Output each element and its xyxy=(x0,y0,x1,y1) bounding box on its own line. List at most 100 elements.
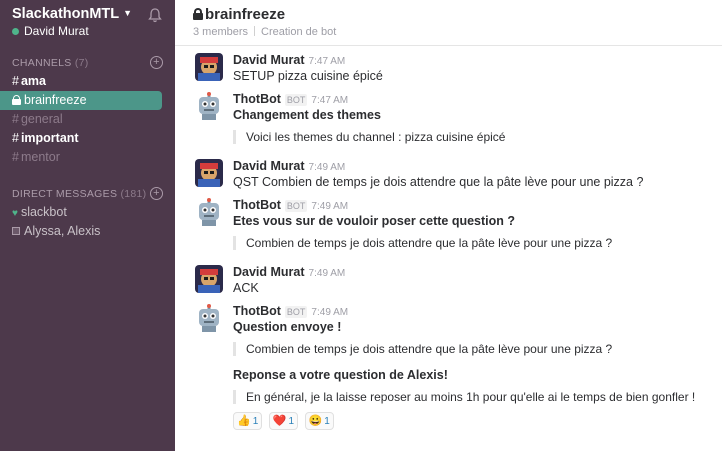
reactions: 👍 1 ❤️ 1 😀 1 xyxy=(233,412,703,430)
reaction-smile[interactable]: 😀 1 xyxy=(304,412,334,430)
hash-icon: # xyxy=(12,131,19,145)
message-time[interactable]: 7:47 AM xyxy=(311,95,348,106)
channel-meta: 3 members Creation de bot xyxy=(193,26,722,38)
lock-icon xyxy=(12,95,21,105)
message: David Murat 7:49 AM ACK xyxy=(195,265,705,299)
presence-icon xyxy=(12,28,19,35)
message: ThotBot BOT 7:47 AM Changement des themes … xyxy=(195,92,705,154)
message-time[interactable]: 7:49 AM xyxy=(311,307,348,318)
channel-name: brainfreeze xyxy=(205,6,286,23)
user-name: David Murat xyxy=(24,24,89,38)
message-list: David Murat 7:47 AM SETUP pizza cuisine é… xyxy=(175,47,722,451)
avatar[interactable] xyxy=(195,159,223,187)
channels-count: (7) xyxy=(74,57,89,69)
avatar[interactable] xyxy=(195,198,223,226)
bell-icon[interactable] xyxy=(148,8,162,23)
divider xyxy=(254,26,256,36)
dm-label: slackbot xyxy=(20,205,67,219)
channel-label: mentor xyxy=(20,150,60,164)
message: ThotBot BOT 7:49 AM Question envoye ! Comb… xyxy=(195,304,705,444)
message-text: QST Combien de temps je dois attendre qu… xyxy=(233,175,644,189)
message-author[interactable]: David Murat xyxy=(233,265,305,279)
bot-badge: BOT xyxy=(284,306,308,318)
channel-label: important xyxy=(20,131,79,145)
message-attachment: Voici les themes du channel : pizza cuis… xyxy=(233,130,703,144)
avatar[interactable] xyxy=(195,304,223,332)
reaction-count: 1 xyxy=(324,416,330,427)
sidebar-item-ama[interactable]: # ama xyxy=(0,72,175,91)
channel-label: ama xyxy=(20,74,46,88)
sidebar-item-alyssa-alexis[interactable]: Alyssa, Alexis xyxy=(0,222,175,241)
sidebar-item-mentor[interactable]: # mentor xyxy=(0,148,175,167)
avatar[interactable] xyxy=(195,92,223,120)
heart-icon: ❤️ xyxy=(272,415,287,427)
bot-badge: BOT xyxy=(284,94,308,106)
message: ThotBot BOT 7:49 AM Etes vous sur de voulo… xyxy=(195,198,705,260)
hash-icon: # xyxy=(12,112,19,126)
message-author[interactable]: ThotBot xyxy=(233,304,281,318)
current-user[interactable]: David Murat xyxy=(12,24,163,38)
message-author[interactable]: David Murat xyxy=(233,159,305,173)
channel-label: general xyxy=(20,112,63,126)
thumbs-up-icon: 👍 xyxy=(237,415,251,427)
channel-label: brainfreeze xyxy=(24,93,87,107)
robot-avatar-icon xyxy=(195,304,223,332)
message-author[interactable]: David Murat xyxy=(233,53,305,67)
member-count[interactable]: 3 members xyxy=(193,26,248,38)
lock-icon xyxy=(193,8,203,20)
robot-avatar-icon xyxy=(195,198,223,226)
hash-icon: # xyxy=(12,74,19,88)
add-dm-icon[interactable]: + xyxy=(150,187,163,200)
message-text: Question envoye ! xyxy=(233,320,342,334)
robot-avatar-icon xyxy=(195,92,223,120)
smile-icon: 😀 xyxy=(308,415,323,427)
sidebar-item-slackbot[interactable]: ♥ slackbot xyxy=(0,203,175,222)
bot-badge: BOT xyxy=(284,200,308,212)
message-text: Reponse a votre question de Alexis! xyxy=(233,368,448,382)
message-attachment: Combien de temps je dois attendre que la… xyxy=(233,236,703,250)
avatar[interactable] xyxy=(195,53,223,81)
message-time[interactable]: 7:49 AM xyxy=(309,268,346,279)
message: David Murat 7:49 AM QST Combien de temps … xyxy=(195,159,705,193)
message-text: ACK xyxy=(233,281,259,295)
avatar[interactable] xyxy=(195,265,223,293)
sidebar-item-important[interactable]: # important xyxy=(0,129,175,148)
channel-purpose: Creation de bot xyxy=(261,26,337,38)
add-channel-icon[interactable]: + xyxy=(150,56,163,69)
user-avatar-icon xyxy=(195,265,223,293)
message: David Murat 7:47 AM SETUP pizza cuisine é… xyxy=(195,53,705,87)
reaction-count: 1 xyxy=(288,416,295,427)
sidebar-item-brainfreeze[interactable]: brainfreeze xyxy=(0,91,162,110)
message-attachment: Combien de temps je dois attendre que la… xyxy=(233,342,703,356)
reaction-heart[interactable]: ❤️ 1 xyxy=(268,412,299,430)
message-author[interactable]: ThotBot xyxy=(233,198,281,212)
hash-icon: # xyxy=(12,150,19,164)
channel-header: brainfreeze 3 members Creation de bot xyxy=(175,0,722,46)
user-avatar-icon xyxy=(195,53,223,81)
chevron-down-icon[interactable]: ▼ xyxy=(123,8,132,18)
dm-header[interactable]: DIRECT MESSAGES (181) + xyxy=(0,185,175,203)
heart-icon: ♥ xyxy=(12,208,18,219)
dm-label: Alyssa, Alexis xyxy=(24,224,101,238)
message-time[interactable]: 7:49 AM xyxy=(311,201,348,212)
reaction-count: 1 xyxy=(252,416,259,427)
channels-header[interactable]: CHANNELS (7) + xyxy=(0,54,175,72)
message-time[interactable]: 7:49 AM xyxy=(309,162,346,173)
message-time[interactable]: 7:47 AM xyxy=(309,56,346,67)
user-avatar-icon xyxy=(195,159,223,187)
sidebar-item-general[interactable]: # general xyxy=(0,110,175,129)
message-text: Etes vous sur de vouloir poser cette que… xyxy=(233,214,516,228)
team-header[interactable]: SlackathonMTL ▼ David Murat xyxy=(0,0,175,46)
dm-label: DIRECT MESSAGES xyxy=(12,188,118,200)
message-attachment: En général, je la laisse reposer au moin… xyxy=(233,390,703,404)
reaction-thumbs-up[interactable]: 👍 1 xyxy=(233,412,263,430)
message-text: Changement des themes xyxy=(233,108,381,122)
group-dm-icon xyxy=(12,227,20,235)
message-author[interactable]: ThotBot xyxy=(233,92,281,106)
dm-count: (181) xyxy=(120,188,147,200)
message-text: SETUP pizza cuisine épicé xyxy=(233,69,383,83)
channels-label: CHANNELS xyxy=(12,57,72,69)
page-title[interactable]: brainfreeze xyxy=(193,6,722,23)
sidebar: SlackathonMTL ▼ David Murat CHANNELS (7) … xyxy=(0,0,175,451)
workspace-name[interactable]: SlackathonMTL xyxy=(12,6,119,22)
